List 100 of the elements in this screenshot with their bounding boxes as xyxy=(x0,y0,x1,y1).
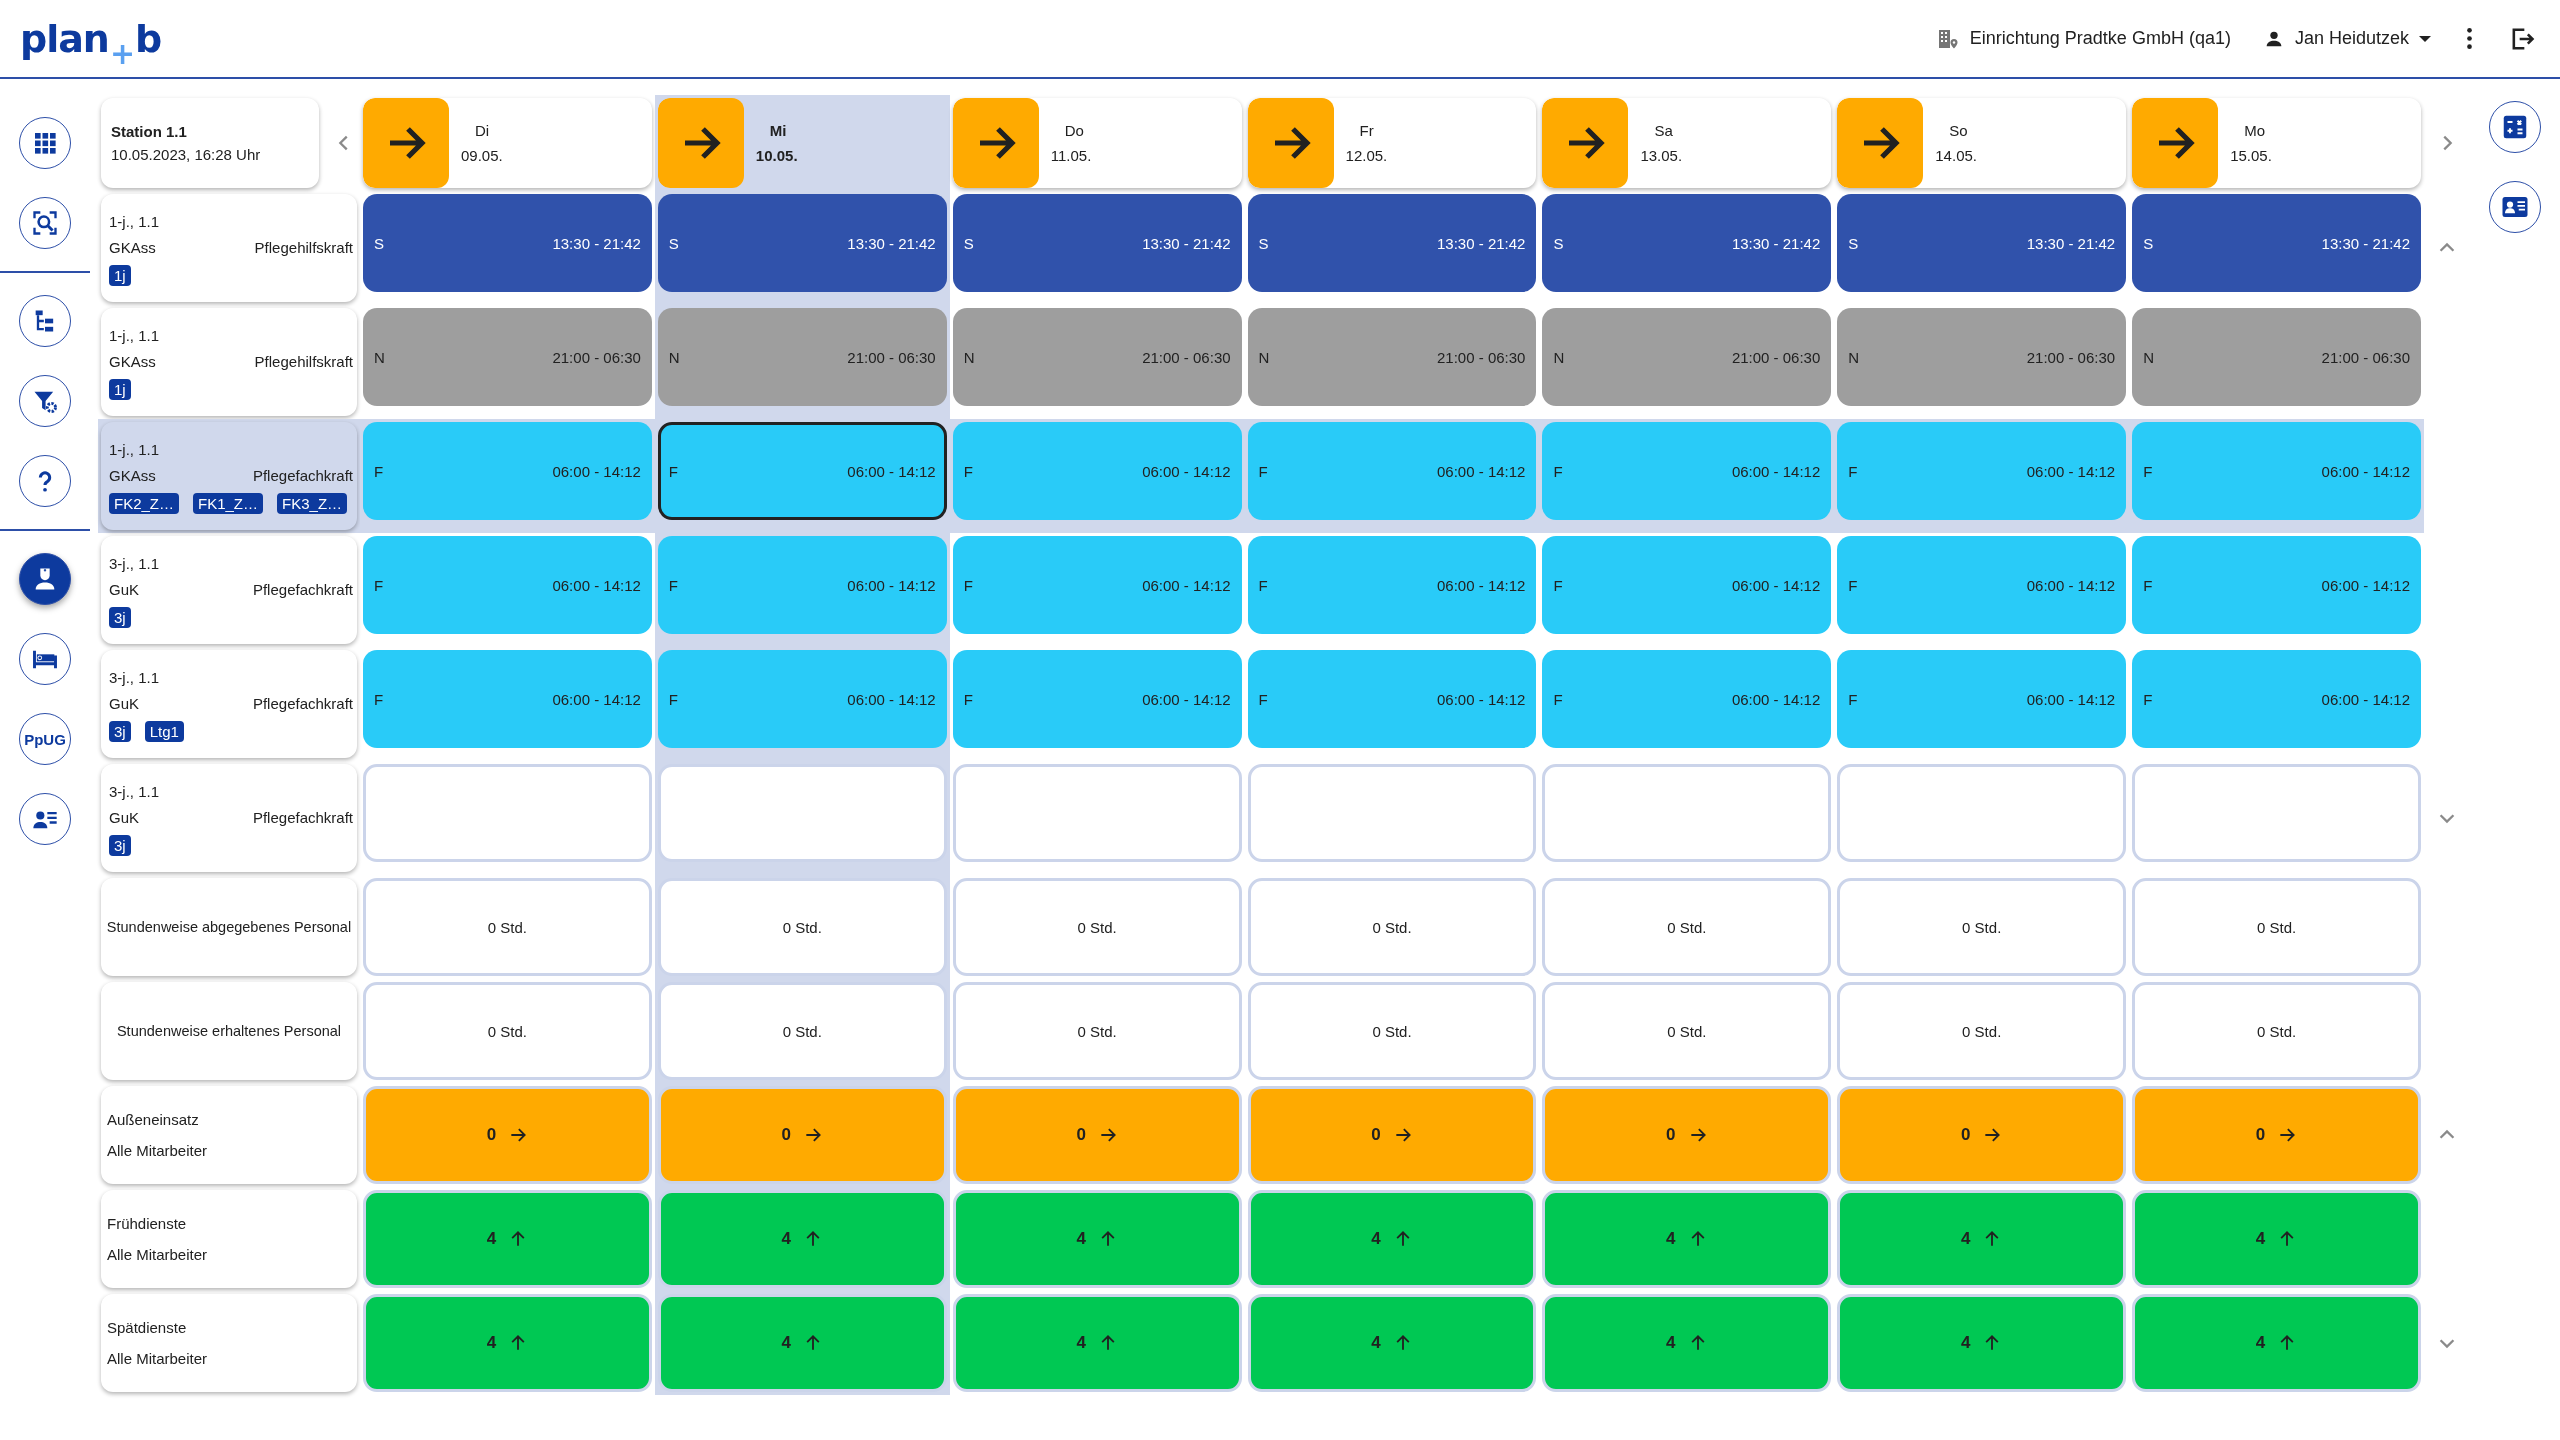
empty-shift-cell[interactable] xyxy=(1542,764,1832,862)
day-header[interactable]: Di 09.05. xyxy=(363,98,652,188)
more-icon xyxy=(2467,28,2472,49)
shift-code: F xyxy=(1848,576,1858,594)
shift-cell[interactable]: F 06:00 - 14:12 xyxy=(1837,536,2127,634)
shift-cell[interactable]: F 06:00 - 14:12 xyxy=(952,536,1242,634)
id-card-button[interactable] xyxy=(2489,181,2541,233)
shift-code: F xyxy=(1553,576,1563,594)
shift-cell[interactable]: F 06:00 - 14:12 xyxy=(2132,650,2421,748)
count-value: 0 xyxy=(1666,1125,1676,1145)
day-header[interactable]: Mo 15.05. xyxy=(2132,98,2421,188)
employee-header[interactable]: 1-j., 1.1 GKAss Pflegefachkraft FK2_Z… FK1_Z… FK3_Z… xyxy=(101,422,357,530)
shift-code: N xyxy=(1553,348,1565,366)
day-arrow-button[interactable] xyxy=(1542,98,1629,188)
employee-header[interactable]: 3-j., 1.1 GuK Pflegefachkraft 3j Ltg1 xyxy=(101,650,357,758)
employee-role: Pflegehilfskraft xyxy=(254,238,353,256)
user-menu[interactable]: Jan Heidutzek xyxy=(2258,23,2435,54)
shift-cell[interactable]: F 06:00 - 14:12 xyxy=(2132,536,2421,634)
nurse-button[interactable] xyxy=(19,553,71,605)
filter-settings-button[interactable] xyxy=(19,375,71,427)
shift-time: 13:30 - 21:42 xyxy=(847,234,936,252)
day-header[interactable]: Sa 13.05. xyxy=(1542,98,1832,188)
shift-cell[interactable]: F 06:00 - 14:12 xyxy=(657,422,947,520)
shift-cell[interactable]: F 06:00 - 14:12 xyxy=(1542,422,1832,520)
shift-cell[interactable]: N 21:00 - 06:30 xyxy=(952,308,1242,406)
shift-cell[interactable]: F 06:00 - 14:12 xyxy=(1247,536,1537,634)
shift-cell[interactable]: F 06:00 - 14:12 xyxy=(952,650,1242,748)
day-header[interactable]: Fr 12.05. xyxy=(1247,98,1537,188)
hours-value: 0 Std. xyxy=(2256,918,2297,936)
shift-cell[interactable]: S 13:30 - 21:42 xyxy=(952,194,1242,292)
day-header[interactable]: So 14.05. xyxy=(1837,98,2127,188)
count-value: 0 xyxy=(1076,1125,1086,1145)
shift-code: F xyxy=(374,462,384,480)
bed-button[interactable] xyxy=(19,633,71,685)
employee-role: Pflegefachkraft xyxy=(252,466,353,484)
empty-shift-cell[interactable] xyxy=(657,764,947,862)
day-arrow-button[interactable] xyxy=(2132,98,2219,188)
shift-cell[interactable]: F 06:00 - 14:12 xyxy=(657,536,947,634)
shift-cell[interactable]: F 06:00 - 14:12 xyxy=(363,536,652,634)
date: 15.05. xyxy=(2230,147,2272,164)
day-arrow-button[interactable] xyxy=(1837,98,1924,188)
shift-cell[interactable]: F 06:00 - 14:12 xyxy=(657,650,947,748)
weekday: Sa xyxy=(1653,122,1674,139)
empty-shift-cell[interactable] xyxy=(1247,764,1537,862)
shift-cell[interactable]: F 06:00 - 14:12 xyxy=(363,422,652,520)
shift-cell[interactable]: S 13:30 - 21:42 xyxy=(657,194,947,292)
day-header[interactable]: Do 11.05. xyxy=(952,98,1242,188)
qualification-tag: 3j xyxy=(109,720,131,742)
shift-cell[interactable]: F 06:00 - 14:12 xyxy=(363,650,652,748)
shift-cell[interactable]: S 13:30 - 21:42 xyxy=(1837,194,2127,292)
hours-value: 0 Std. xyxy=(1962,1022,2002,1040)
count-value: 4 xyxy=(1371,1229,1381,1249)
employee-header[interactable]: 3-j., 1.1 GuK Pflegefachkraft 3j xyxy=(101,764,357,872)
employee-header[interactable]: 3-j., 1.1 GuK Pflegefachkraft 3j xyxy=(101,536,357,644)
ppug-button[interactable]: PpUG xyxy=(19,713,71,765)
shift-cell[interactable]: N 21:00 - 06:30 xyxy=(1247,308,1537,406)
qualification: GKAss xyxy=(109,352,156,370)
shift-cell[interactable]: F 06:00 - 14:12 xyxy=(2132,422,2421,520)
apps-button[interactable] xyxy=(19,117,71,169)
shift-time: 06:00 - 14:12 xyxy=(1437,576,1526,594)
shift-cell[interactable]: N 21:00 - 06:30 xyxy=(657,308,947,406)
shift-cell[interactable]: S 13:30 - 21:42 xyxy=(2132,194,2421,292)
day-arrow-button[interactable] xyxy=(1247,98,1334,188)
shift-cell[interactable]: F 06:00 - 14:12 xyxy=(1837,422,2127,520)
day-arrow-button[interactable] xyxy=(363,98,449,188)
shift-cell[interactable]: S 13:30 - 21:42 xyxy=(1247,194,1537,292)
shift-code: F xyxy=(374,576,384,594)
shift-cell[interactable]: N 21:00 - 06:30 xyxy=(2132,308,2421,406)
shift-cell[interactable]: F 06:00 - 14:12 xyxy=(952,422,1242,520)
day-arrow-button[interactable] xyxy=(952,98,1039,188)
empty-shift-cell[interactable] xyxy=(952,764,1242,862)
hours-value: 0 Std. xyxy=(1077,918,1117,936)
calculator-button[interactable] xyxy=(2489,101,2541,153)
zoom-button[interactable] xyxy=(19,197,71,249)
qualification: GuK xyxy=(109,580,139,598)
shift-cell[interactable]: N 21:00 - 06:30 xyxy=(363,308,652,406)
help-button[interactable] xyxy=(19,455,71,507)
empty-shift-cell[interactable] xyxy=(363,764,652,862)
shift-cell[interactable]: S 13:30 - 21:42 xyxy=(363,194,652,292)
shift-cell[interactable]: S 13:30 - 21:42 xyxy=(1542,194,1832,292)
shift-cell[interactable]: F 06:00 - 14:12 xyxy=(1247,650,1537,748)
empty-shift-cell[interactable] xyxy=(2132,764,2421,862)
station-name: Station 1.1 xyxy=(111,123,188,140)
empty-shift-cell[interactable] xyxy=(1837,764,2127,862)
shift-cell[interactable]: F 06:00 - 14:12 xyxy=(1542,536,1832,634)
employee-header[interactable]: 1-j., 1.1 GKAss Pflegehilfskraft 1j xyxy=(101,308,357,416)
contact-list-button[interactable] xyxy=(19,793,71,845)
shift-cell[interactable]: N 21:00 - 06:30 xyxy=(1542,308,1832,406)
shift-code: F xyxy=(1258,462,1268,480)
hierarchy-button[interactable] xyxy=(19,295,71,347)
shift-code: S xyxy=(668,234,679,252)
shift-cell[interactable]: F 06:00 - 14:12 xyxy=(1837,650,2127,748)
employee-header[interactable]: 1-j., 1.1 GKAss Pflegehilfskraft 1j xyxy=(101,194,357,302)
shift-cell[interactable]: N 21:00 - 06:30 xyxy=(1837,308,2127,406)
shift-code: N xyxy=(1258,348,1270,366)
shift-cell[interactable]: F 06:00 - 14:12 xyxy=(1542,650,1832,748)
day-arrow-button[interactable] xyxy=(657,98,744,188)
shift-time: 06:00 - 14:12 xyxy=(2321,576,2410,594)
shift-cell[interactable]: F 06:00 - 14:12 xyxy=(1247,422,1537,520)
shift-code: S xyxy=(2143,234,2154,252)
